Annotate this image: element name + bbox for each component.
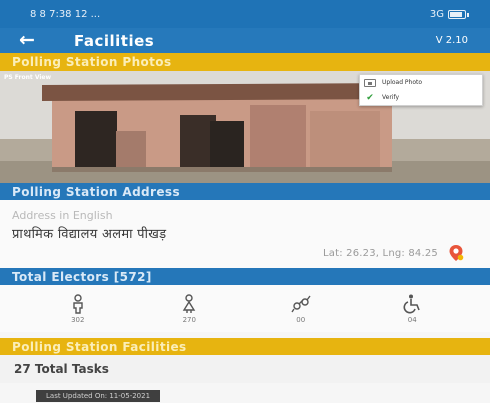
battery-icon <box>448 9 469 19</box>
stat-third-gender-value: 00 <box>296 315 306 324</box>
photos-header: Polling Station Photos <box>0 53 490 71</box>
upload-photo-button[interactable]: Upload Photo <box>360 75 482 90</box>
address-hindi-text[interactable]: प्राथमिक विद्यालय अलमा पीखड़ <box>12 224 166 242</box>
version-label: V 2.10 <box>435 35 468 46</box>
stat-female: 270 <box>159 293 219 324</box>
total-tasks-row[interactable]: 27 Total Tasks <box>0 355 490 383</box>
app-bar: ← Facilities V 2.10 <box>0 28 490 53</box>
address-header: Polling Station Address <box>0 183 490 200</box>
page-title: Facilities <box>74 31 155 50</box>
facilities-header: Polling Station Facilities <box>0 338 490 355</box>
electors-header: Total Electors [572] <box>0 268 490 285</box>
photo-caption: PS Front View <box>4 74 52 81</box>
status-bar: 8 8 7:38 12 ... 3G <box>0 0 490 28</box>
photo-actions-menu: Upload Photo ✔ Verify <box>359 74 483 106</box>
female-icon <box>182 293 196 313</box>
address-card: Address in English प्राथमिक विद्यालय अलम… <box>0 200 490 268</box>
electors-header-label: Total Electors [572] <box>12 269 152 284</box>
check-icon: ✔ <box>366 92 374 103</box>
total-tasks-label: 27 Total Tasks <box>14 362 109 376</box>
upload-photo-label: Upload Photo <box>382 79 423 86</box>
network-label: 3G <box>429 8 444 20</box>
address-placeholder: Address in English <box>12 209 113 222</box>
upload-icon <box>364 78 376 87</box>
photos-header-label: Polling Station Photos <box>12 55 172 69</box>
stat-pwd-value: 04 <box>407 315 417 324</box>
stat-female-value: 270 <box>182 315 196 324</box>
stat-pwd: 04 <box>382 294 442 324</box>
map-pin-icon[interactable] <box>448 244 464 262</box>
third-gender-icon <box>291 295 311 312</box>
back-arrow-icon[interactable]: ← <box>0 28 44 53</box>
last-updated-label: Last Updated On: 11-05-2021 <box>46 392 151 400</box>
polling-station-photo[interactable]: PS Front View Upload Photo ✔ Verify <box>0 71 490 183</box>
electors-stats: 302 270 00 04 <box>0 285 490 332</box>
lat-lng-label: Lat: 26.23, Lng: 84.25 <box>323 248 438 259</box>
stat-male: 302 <box>48 293 108 324</box>
app-screen: 8 8 7:38 12 ... 3G ← Facilities V 2.10 P… <box>0 0 490 403</box>
male-icon <box>73 293 83 314</box>
last-updated-toast: Last Updated On: 11-05-2021 <box>36 390 161 402</box>
stat-male-value: 302 <box>71 315 85 324</box>
verify-label: Verify <box>382 94 400 101</box>
verify-button[interactable]: ✔ Verify <box>360 90 482 105</box>
stat-third-gender: 00 <box>271 294 331 324</box>
wheelchair-icon <box>403 294 420 313</box>
facilities-header-label: Polling Station Facilities <box>12 339 187 354</box>
status-right-group: 3G <box>429 8 469 20</box>
address-header-label: Polling Station Address <box>12 184 180 199</box>
status-left: 8 8 7:38 12 ... <box>30 8 101 20</box>
